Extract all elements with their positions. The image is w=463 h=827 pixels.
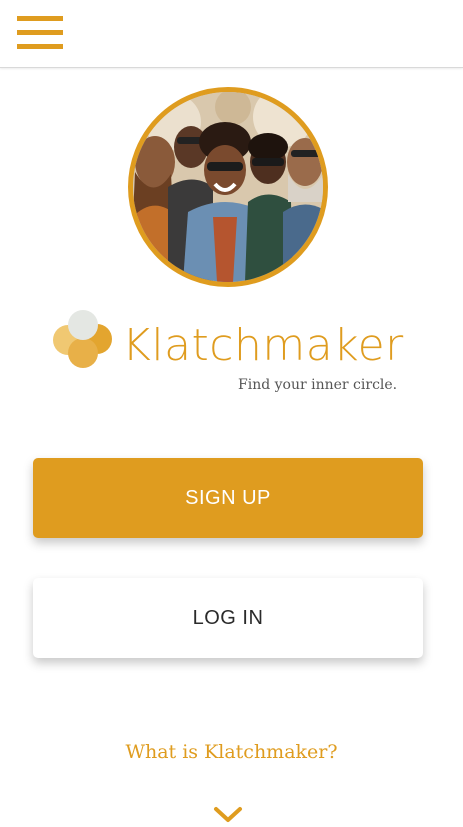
- menu-line: [17, 44, 63, 49]
- menu-line: [17, 30, 63, 35]
- overlapping-circles-logo-icon: [53, 310, 112, 368]
- log-in-button[interactable]: LOG IN: [33, 578, 423, 658]
- brand-tagline: Find your inner circle.: [238, 377, 398, 393]
- what-is-klatchmaker-link[interactable]: What is Klatchmaker?: [0, 741, 463, 763]
- hamburger-menu-icon[interactable]: [17, 15, 63, 49]
- top-bar: [0, 0, 463, 68]
- sign-up-button[interactable]: SIGN UP: [33, 458, 423, 538]
- group-of-smiling-friends-photo: [133, 92, 323, 282]
- brand-name: Klatchmaker: [122, 320, 404, 371]
- brand-logo: Klatchmaker Find your inner circle.: [50, 306, 410, 396]
- hero-photo: [128, 87, 328, 287]
- menu-line: [17, 16, 63, 21]
- chevron-down-icon[interactable]: [213, 805, 243, 825]
